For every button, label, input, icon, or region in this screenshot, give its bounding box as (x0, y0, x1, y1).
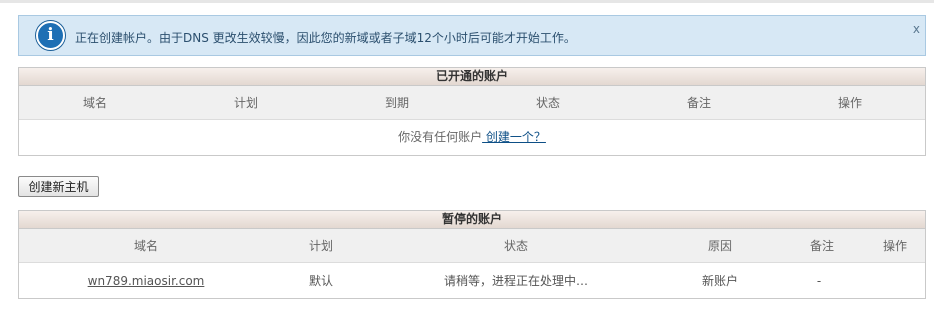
column-header-note: 备注 (809, 239, 835, 253)
column-header-plan: 计划 (308, 239, 334, 253)
column-header-action: 操作 (837, 96, 863, 110)
column-header-domain: 域名 (82, 96, 108, 110)
top-border (0, 0, 934, 3)
close-notice-button[interactable]: x (913, 22, 920, 36)
active-accounts-title: 已开通的账户 (19, 68, 925, 86)
column-header-action: 操作 (882, 239, 908, 253)
empty-accounts-text: 你没有任何账户 (398, 130, 483, 144)
create-host-button[interactable]: 创建新主机 (18, 176, 99, 197)
column-header-note: 备注 (686, 96, 712, 110)
account-status: 请稍等，进程正在处理中… (443, 274, 589, 288)
active-accounts-header: 域名 计划 到期 状态 备注 操作 (19, 86, 925, 120)
suspended-accounts-title: 暂停的账户 (19, 211, 925, 229)
dns-notice: i 正在创建帐户。由于DNS 更改生效较慢，因此您的新域或者子域12个小时后可能… (18, 15, 926, 56)
suspended-accounts-panel: 暂停的账户 域名 计划 状态 原因 备注 操作 wn789.miaosir.co… (18, 210, 926, 299)
account-note: - (816, 273, 822, 288)
column-header-status: 状态 (503, 239, 529, 253)
column-header-reason: 原因 (707, 239, 733, 253)
column-header-status: 状态 (535, 96, 561, 110)
info-icon: i (36, 21, 65, 50)
account-reason: 新账户 (701, 274, 739, 288)
column-header-domain: 域名 (133, 239, 159, 253)
account-domain-link[interactable]: wn789.miaosir.com (88, 263, 205, 298)
suspended-accounts-header: 域名 计划 状态 原因 备注 操作 (19, 229, 925, 263)
table-row: wn789.miaosir.com 默认 请稍等，进程正在处理中… 新账户 - (19, 263, 925, 298)
active-accounts-panel: 已开通的账户 域名 计划 到期 状态 备注 操作 你没有任何账户 创建一个？ (18, 67, 926, 156)
empty-accounts-row: 你没有任何账户 创建一个？ (19, 120, 925, 155)
column-header-plan: 计划 (233, 96, 259, 110)
notice-message: 正在创建帐户。由于DNS 更改生效较慢，因此您的新域或者子域12个小时后可能才开… (75, 31, 576, 45)
column-header-expiry: 到期 (384, 96, 410, 110)
create-account-link[interactable]: 创建一个？ (482, 130, 546, 144)
account-plan: 默认 (308, 274, 334, 288)
